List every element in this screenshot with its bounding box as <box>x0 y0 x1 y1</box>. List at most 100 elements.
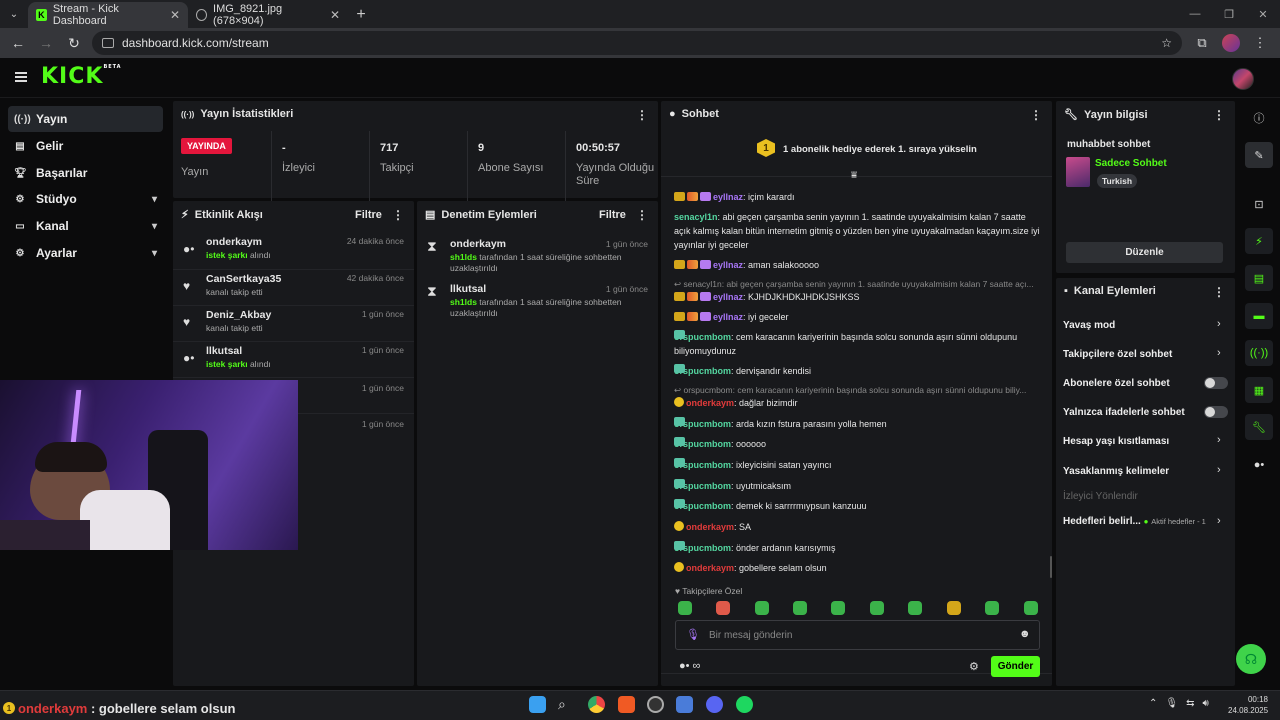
chat-username[interactable]: eyllnaz <box>713 260 743 270</box>
restore-icon[interactable]: ❐ <box>1212 0 1246 28</box>
list-item[interactable]: ⧗ llkutsal 1 gün önce sh1lds tarafından … <box>417 279 658 323</box>
targets-item[interactable]: Hedefleri belirl... ● Aktif hedefler - 1 <box>1063 516 1206 527</box>
new-tab-button[interactable]: + <box>348 2 374 28</box>
bookmark-star-icon[interactable]: ☆ <box>1161 36 1172 50</box>
moderation-filter-button[interactable]: Filtre <box>599 209 626 221</box>
chat-username[interactable]: eyllnaz <box>713 292 743 302</box>
back-icon[interactable]: ← <box>8 35 28 51</box>
clock[interactable]: 00:18 24.08.2025 <box>1228 694 1268 716</box>
list-item[interactable]: ♥ Deniz_Akbay kanalı takip etti 1 gün ön… <box>173 305 414 341</box>
list-item[interactable]: ●• llkutsal istek şarkı alındı 1 gün önc… <box>173 341 414 377</box>
capture-icon[interactable]: ⊡ <box>1245 191 1273 217</box>
channel-action-item[interactable]: Abonelere özel sohbet <box>1063 378 1170 389</box>
toggle-switch[interactable] <box>1204 377 1228 389</box>
pencil-icon[interactable]: ✎ <box>1245 142 1273 168</box>
extensions-icon[interactable]: ⧉ <box>1190 35 1214 51</box>
sidebar-item-yayin[interactable]: ((·)) Yayın <box>8 106 163 132</box>
chevron-right-icon[interactable]: › <box>1217 464 1221 476</box>
chevron-right-icon[interactable]: › <box>1217 347 1221 359</box>
search-icon[interactable]: ⌕ <box>558 696 575 713</box>
chat-message[interactable]: eyllnaz: iyi geceler <box>674 310 1044 324</box>
share-icon[interactable]: ●• <box>1245 452 1273 478</box>
chat-message[interactable]: onderkaym: gobellere selam olsun <box>674 561 1044 575</box>
chat-scrollbar[interactable] <box>1050 556 1052 578</box>
browser-tab-kick[interactable]: K Stream - Kick Dashboard ✕ <box>28 2 188 28</box>
close-tab-icon[interactable]: ✕ <box>170 8 180 22</box>
channel-action-item[interactable]: Hesap yaşı kısıtlaması <box>1063 436 1169 447</box>
kick-logo[interactable]: KICKBETA <box>41 64 122 89</box>
close-tab-icon[interactable]: ✕ <box>330 8 340 22</box>
chat-message[interactable]: onderkaym: SA <box>674 520 1044 534</box>
emote-icon[interactable] <box>793 601 807 615</box>
toggle-switch[interactable] <box>1204 406 1228 418</box>
chat-message[interactable]: orspucmbom: ixleyicisini satan yayıncı <box>674 458 1044 472</box>
chat-username[interactable]: eyllnaz <box>713 312 743 322</box>
chat-message[interactable]: senacyl1n: abi geçen çarşamba senin yayı… <box>674 210 1044 252</box>
panel-menu-icon[interactable]: ⋮ <box>636 108 648 122</box>
support-headset-icon[interactable]: ☊ <box>1236 644 1266 674</box>
lightning-icon[interactable]: ⚡︎ <box>1245 228 1273 254</box>
edit-button[interactable]: Düzenle <box>1066 242 1223 263</box>
emote-icon[interactable] <box>908 601 922 615</box>
user-avatar[interactable] <box>1232 68 1254 90</box>
chevron-right-icon[interactable]: › <box>1217 318 1221 330</box>
category-name[interactable]: Sadece Sohbet <box>1095 158 1167 169</box>
sidebar-item-kanal[interactable]: ▭ Kanal ▾ <box>8 213 163 239</box>
sidebar-item-studyo[interactable]: ⚙ Stüdyo ▾ <box>8 186 163 212</box>
chat-username[interactable]: onderkaym <box>686 563 734 573</box>
chat-message[interactable]: orspucmbom: uyutmicaksım <box>674 479 1044 493</box>
document-icon[interactable]: ▤ <box>1245 265 1273 291</box>
chevron-right-icon[interactable]: › <box>1217 434 1221 446</box>
chat-message[interactable]: eyllnaz: içim karardı <box>674 190 1044 204</box>
chat-input[interactable]: Bir mesaj gönderin <box>709 630 792 641</box>
list-item[interactable]: ●• onderkaym istek şarkı alındı 24 dakik… <box>173 233 414 269</box>
panel-menu-icon[interactable]: ⋮ <box>636 208 648 222</box>
channel-action-item[interactable]: Yalnızca ifadelerle sohbet <box>1063 407 1185 418</box>
vpn-icon[interactable] <box>676 696 693 713</box>
chat-message[interactable]: orspucmbom: cem karacanın kariyerinin ba… <box>674 330 1044 358</box>
url-field[interactable]: dashboard.kick.com/stream ☆ <box>92 31 1182 55</box>
chat-username[interactable]: senacyl1n <box>674 212 718 222</box>
forward-icon[interactable]: → <box>36 35 56 51</box>
brave-icon[interactable] <box>618 696 635 713</box>
chat-username[interactable]: onderkaym <box>686 522 734 532</box>
tab-search-icon[interactable]: ⌄ <box>0 0 28 28</box>
spotify-icon[interactable] <box>736 696 753 713</box>
chat-reply-preview[interactable]: ↩ senacyl1n: abi geçen çarşamba senin ya… <box>674 279 1036 290</box>
panel-menu-icon[interactable]: ⋮ <box>1213 285 1225 299</box>
channel-action-item[interactable]: Yavaş mod <box>1063 320 1115 331</box>
chat-message[interactable]: orspucmbom: oooooo <box>674 437 1044 451</box>
list-item[interactable]: ⧗ onderkaym 1 gün önce sh1lds tarafından… <box>417 234 658 278</box>
chat-message[interactable]: orspucmbom: demek ki sarrrrmıypsun kanzu… <box>674 499 1044 513</box>
sidebar-item-basarilar[interactable]: 🏆︎ Başarılar <box>8 160 163 186</box>
discord-icon[interactable] <box>706 696 723 713</box>
points-icon[interactable]: ●• ∞ <box>679 660 700 672</box>
microphone-icon[interactable]: 🎙︎ <box>686 628 700 641</box>
sidebar-item-ayarlar[interactable]: ⚙ Ayarlar ▾ <box>8 240 163 266</box>
chat-message[interactable]: eyllnaz: KJHDJKHDKJHDKJSHKSS <box>674 290 1044 304</box>
chat-username[interactable]: eyllnaz <box>713 192 743 202</box>
browser-profile-avatar[interactable] <box>1222 34 1240 52</box>
panel-menu-icon[interactable]: ⋮ <box>1030 108 1042 122</box>
layout-icon[interactable]: ▦ <box>1245 377 1273 403</box>
emote-icon[interactable] <box>947 601 961 615</box>
panel-menu-icon[interactable]: ⋮ <box>392 208 404 222</box>
minimize-icon[interactable]: — <box>1178 0 1212 28</box>
chat-message[interactable]: eyllnaz: aman salakooooo <box>674 258 1044 272</box>
emote-icon[interactable] <box>755 601 769 615</box>
chat-settings-gear-icon[interactable]: ⚙ <box>969 660 979 673</box>
emote-icon[interactable] <box>831 601 845 615</box>
chat-username[interactable]: onderkaym <box>686 398 734 408</box>
chat-message[interactable]: onderkaym: dağlar bizimdir <box>674 396 1044 410</box>
activity-filter-button[interactable]: Filtre <box>355 209 382 221</box>
windows-start-icon[interactable] <box>529 696 546 713</box>
chat-bubble-icon[interactable]: ▬ <box>1245 303 1273 329</box>
hamburger-menu-icon[interactable] <box>15 72 27 82</box>
emote-icon[interactable] <box>716 601 730 615</box>
info-icon[interactable]: ⓘ <box>1245 105 1273 131</box>
chrome-icon[interactable] <box>588 696 605 713</box>
list-item[interactable]: ♥ CanSertkaya35 kanalı takip etti 42 dak… <box>173 269 414 305</box>
tray-icons[interactable]: ⌃🎙︎⇆🔊︎ <box>1149 698 1217 709</box>
chat-message[interactable]: orspucmbom: arda kızın fstura parasını y… <box>674 417 1044 431</box>
emote-icon[interactable] <box>678 601 692 615</box>
